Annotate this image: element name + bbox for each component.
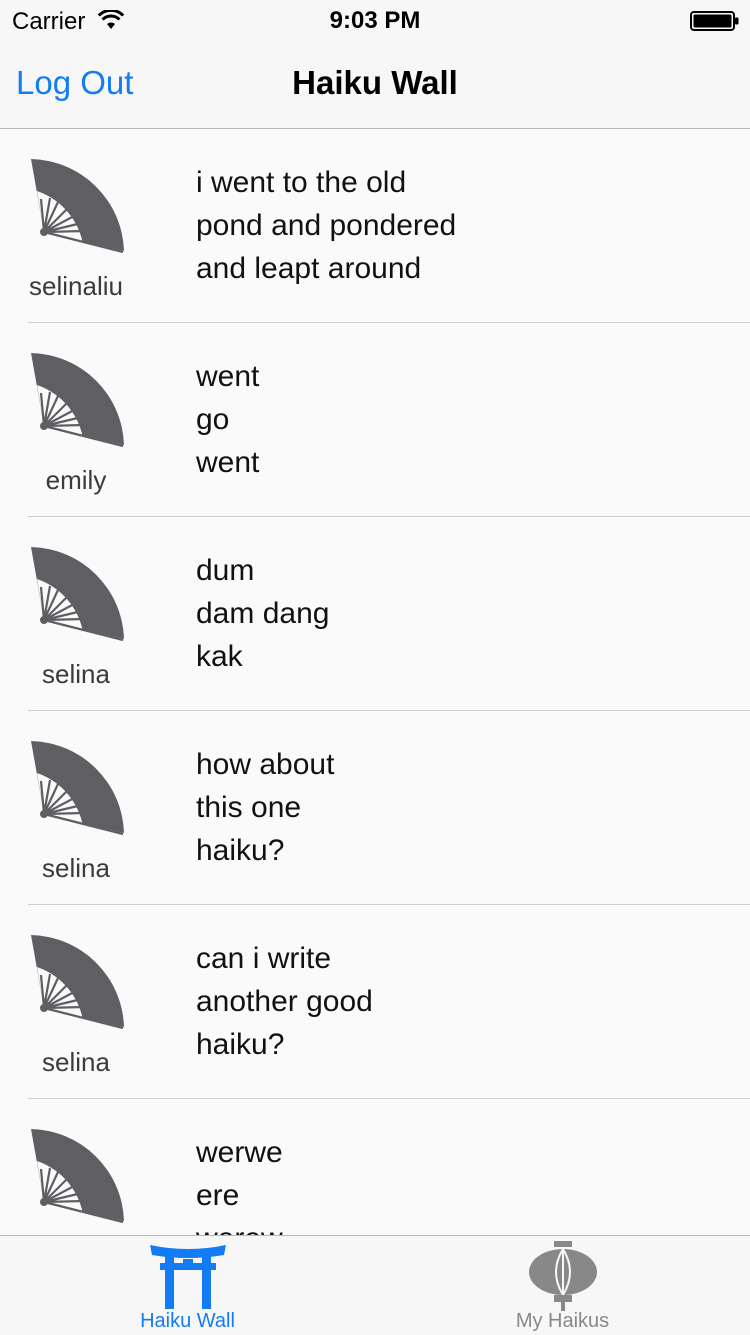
folding-fan-icon: [31, 1129, 124, 1224]
folding-fan-icon: [31, 547, 124, 642]
tab-my-haikus[interactable]: My Haikus: [375, 1236, 750, 1335]
folding-fan-icon: [31, 353, 124, 448]
folding-fan-icon: [31, 935, 124, 1030]
page-title: Haiku Wall: [292, 64, 458, 101]
haiku-text: dum dam dang kak: [196, 549, 329, 678]
haiku-row[interactable]: selinaliu i went to the old pond and pon…: [28, 129, 750, 323]
haiku-line: went: [196, 446, 260, 479]
status-time: 9:03 PM: [329, 7, 421, 34]
status-bar: Carrier 9:03 PM: [0, 0, 750, 40]
folding-fan-icon: [31, 741, 124, 836]
username: selina: [42, 1047, 110, 1077]
haiku-line: haiku?: [196, 834, 285, 867]
haiku-line: haiku?: [196, 1028, 285, 1061]
folding-fan-icon: [31, 159, 124, 254]
haiku-text: how about this one haiku?: [196, 743, 334, 872]
haiku-line: can i write: [196, 942, 332, 975]
haiku-line: this one: [196, 791, 302, 824]
haiku-feed[interactable]: selinaliu i went to the old pond and pon…: [0, 129, 750, 1235]
haiku-line: dam dang: [196, 597, 330, 630]
haiku-line: went: [196, 360, 260, 393]
tab-label: My Haikus: [515, 1310, 610, 1332]
battery-icon: [690, 11, 739, 31]
haiku-line: ere: [196, 1179, 240, 1212]
haiku-text: i went to the old pond and pondered and …: [196, 161, 456, 290]
haiku-line: kak: [196, 640, 243, 673]
haiku-line: and leapt around: [196, 252, 422, 285]
tab-haiku-wall[interactable]: Haiku Wall: [0, 1236, 375, 1335]
username: emily: [45, 465, 107, 495]
username: selinaliu: [29, 271, 123, 301]
haiku-line: pond and pondered: [196, 209, 457, 242]
haiku-text: can i write another good haiku?: [196, 937, 373, 1066]
username: selina: [42, 659, 110, 689]
haiku-line: i went to the old: [196, 166, 407, 199]
navigation-bar: Log Out Haiku Wall: [0, 40, 750, 129]
haiku-line: dum: [196, 554, 255, 587]
haiku-row[interactable]: selina dum dam dang kak: [28, 517, 750, 711]
haiku-row[interactable]: selina how about this one haiku?: [28, 711, 750, 905]
haiku-line: werew: [196, 1217, 283, 1235]
haiku-text: went go went: [196, 355, 259, 484]
haiku-row[interactable]: werwe ere werew: [28, 1099, 750, 1235]
username: selina: [42, 853, 110, 883]
torii-gate-icon: [149, 1245, 226, 1309]
tab-label: Haiku Wall: [140, 1310, 235, 1332]
haiku-row[interactable]: selina can i write another good haiku?: [28, 905, 750, 1099]
haiku-line: how about: [196, 748, 335, 781]
haiku-text: werwe ere werew: [196, 1131, 283, 1235]
haiku-line: go: [196, 403, 230, 436]
lantern-icon: [528, 1241, 597, 1311]
haiku-line: another good: [196, 985, 373, 1018]
haiku-row[interactable]: emily went go went: [28, 323, 750, 517]
tab-bar: Haiku Wall My Haikus: [0, 1235, 750, 1335]
haiku-line: werwe: [196, 1136, 283, 1169]
